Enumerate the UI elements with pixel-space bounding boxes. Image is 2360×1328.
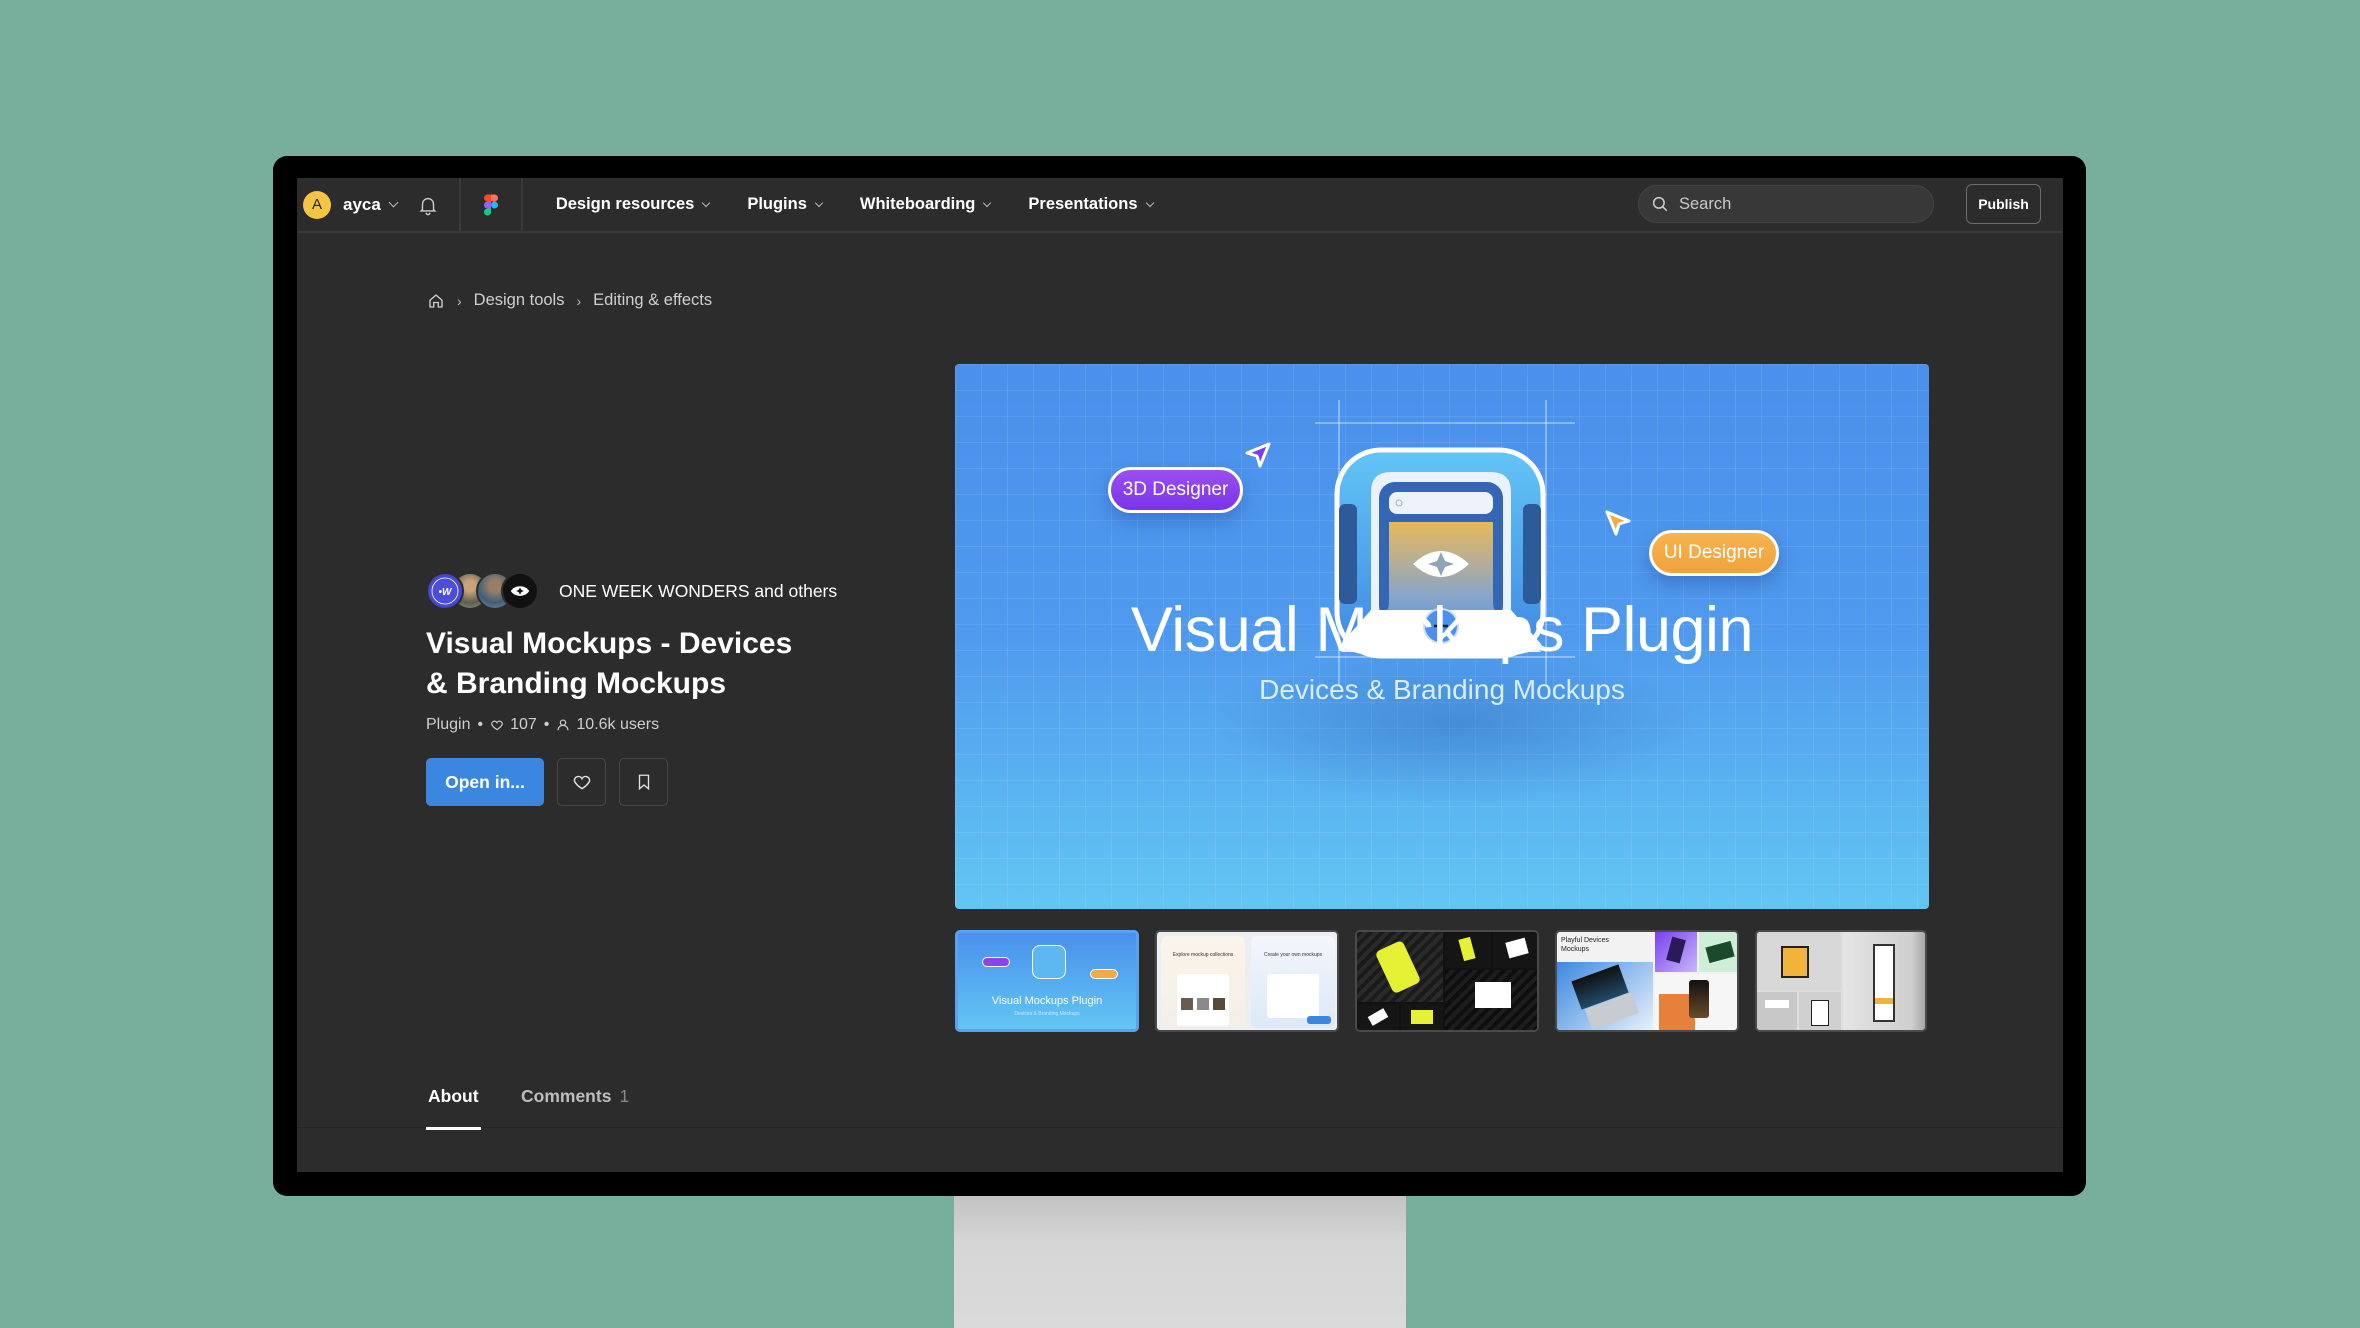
search-icon (1652, 196, 1668, 212)
nav-label: Design resources (555, 195, 695, 213)
publish-button[interactable]: Publish (1966, 184, 2041, 224)
meta-dot: • (543, 716, 550, 733)
creators-text[interactable]: ONE WEEK WONDERS and others (559, 581, 837, 602)
monitor-stand (954, 1196, 1406, 1328)
comment-count: 1 (619, 1086, 630, 1106)
orange-cursor-icon (1605, 510, 1631, 536)
bookmark-button[interactable] (619, 758, 668, 806)
tab-about[interactable]: About (426, 1086, 481, 1130)
hero-glow (1205, 644, 1705, 804)
resource-info: •W ONE WEEK WONDERS and others Visual Mo… (426, 572, 906, 806)
chevron-down-icon (388, 197, 399, 208)
resource-type: Plugin (426, 716, 471, 733)
bell-icon[interactable] (417, 194, 439, 216)
chevron-down-icon (983, 198, 992, 207)
thumbnail-3[interactable] (1355, 930, 1539, 1032)
search-input[interactable] (1679, 194, 1909, 214)
user-count: 10.6k users (576, 716, 660, 733)
one-week-wonders-logo-icon: •W (431, 577, 459, 605)
bookmark-icon (638, 774, 649, 791)
nav-plugins[interactable]: Plugins (747, 195, 824, 214)
3d-designer-badge: 3D Designer (1108, 467, 1243, 513)
eye-logo-icon (510, 586, 530, 596)
app-window: A ayca Design resources Plugins Whiteboa… (297, 178, 2063, 1172)
nav-label: Presentations (1028, 195, 1138, 213)
creator-avatars: •W (426, 572, 539, 610)
chevron-down-icon (702, 198, 711, 207)
guide-line (1315, 422, 1575, 424)
heart-icon (491, 720, 503, 731)
thumbnail-2[interactable]: Explore mockup collections Create your o… (1155, 930, 1339, 1032)
home-icon[interactable] (427, 292, 445, 310)
nav-label: Whiteboarding (859, 195, 976, 213)
thumb-title: Playful Devices Mockups (1561, 937, 1609, 953)
thumb-panel: Create your own mockups (1251, 936, 1335, 1028)
thumbnail-1[interactable]: Visual Mockups Plugin Devices & Branding… (955, 930, 1139, 1032)
chevron-down-icon (814, 198, 824, 207)
creator-avatar[interactable]: •W (426, 572, 464, 610)
creators[interactable]: •W ONE WEEK WONDERS and others (426, 572, 906, 610)
thumb-title: Visual Mockups Plugin (991, 995, 1103, 1007)
thumb-pill (982, 957, 1010, 967)
breadcrumb-separator: › (576, 292, 582, 309)
user-avatar[interactable]: A (303, 190, 331, 219)
resource-title: Visual Mockups - Devices & Branding Mock… (426, 624, 906, 704)
breadcrumb-separator: › (457, 292, 462, 309)
hero-subtitle: Devices & Branding Mockups (1259, 674, 1625, 705)
search-bar[interactable] (1638, 185, 1934, 223)
tab-comments[interactable]: Comments 1 (521, 1086, 629, 1107)
resource-meta: Plugin • 107 • 10.6k users (426, 716, 906, 734)
nav-label: Plugins (747, 195, 807, 213)
nav-whiteboarding[interactable]: Whiteboarding (859, 195, 992, 214)
figma-logo[interactable] (461, 178, 521, 231)
thumb-text: Create your own mockups (1263, 952, 1323, 958)
thumbnail-strip: Visual Mockups Plugin Devices & Branding… (955, 930, 1927, 1032)
thumb-text: Explore mockup collections (1172, 952, 1234, 958)
meta-dot: • (477, 716, 484, 733)
main-nav: Design resources Plugins Whiteboarding P… (523, 178, 1191, 231)
hero-title: Visual Mockups Plugin (1130, 595, 1754, 665)
thumb-subtitle: Devices & Branding Mockups (1014, 1011, 1080, 1017)
username[interactable]: ayca (343, 195, 381, 215)
thumb-screen (1177, 974, 1229, 1026)
top-nav-bar: A ayca Design resources Plugins Whiteboa… (297, 178, 2063, 233)
thumb-app-icon (1032, 945, 1066, 979)
title-line: Visual Mockups - Devices (426, 627, 793, 660)
thumbnail-4[interactable]: Playful Devices Mockups (1555, 930, 1739, 1032)
breadcrumb: › Design tools › Editing & effects (427, 291, 712, 310)
thumbnail-5[interactable] (1755, 930, 1927, 1032)
svg-text:•W: •W (439, 587, 454, 598)
figma-logo-icon (483, 194, 498, 215)
breadcrumb-design-tools[interactable]: Design tools (474, 291, 565, 310)
nav-design-resources[interactable]: Design resources (555, 195, 711, 214)
chevron-down-icon (1145, 198, 1154, 207)
purple-cursor-icon (1245, 442, 1271, 468)
like-count: 107 (510, 716, 537, 733)
heart-icon (573, 775, 590, 790)
breadcrumb-editing-effects[interactable]: Editing & effects (593, 291, 712, 310)
open-in-button[interactable]: Open in... (426, 758, 544, 806)
nav-presentations[interactable]: Presentations (1028, 195, 1154, 214)
title-line: & Branding Mockups (426, 667, 727, 700)
content-tabs: About Comments 1 (297, 1068, 2063, 1130)
ui-designer-badge: UI Designer (1649, 530, 1779, 576)
action-buttons: Open in... (426, 758, 906, 806)
tab-label: Comments (521, 1086, 612, 1106)
tab-label: About (428, 1086, 479, 1106)
like-button[interactable] (557, 758, 606, 806)
creator-avatar[interactable] (501, 572, 539, 610)
hero-image[interactable]: 3D Designer UI Designer Visual Mockups P… (955, 364, 1929, 909)
thumb-pill (1090, 969, 1118, 979)
thumb-panel: Explore mockup collections (1161, 936, 1245, 1028)
user-icon (557, 719, 569, 731)
user-menu[interactable]: A ayca (297, 178, 439, 231)
